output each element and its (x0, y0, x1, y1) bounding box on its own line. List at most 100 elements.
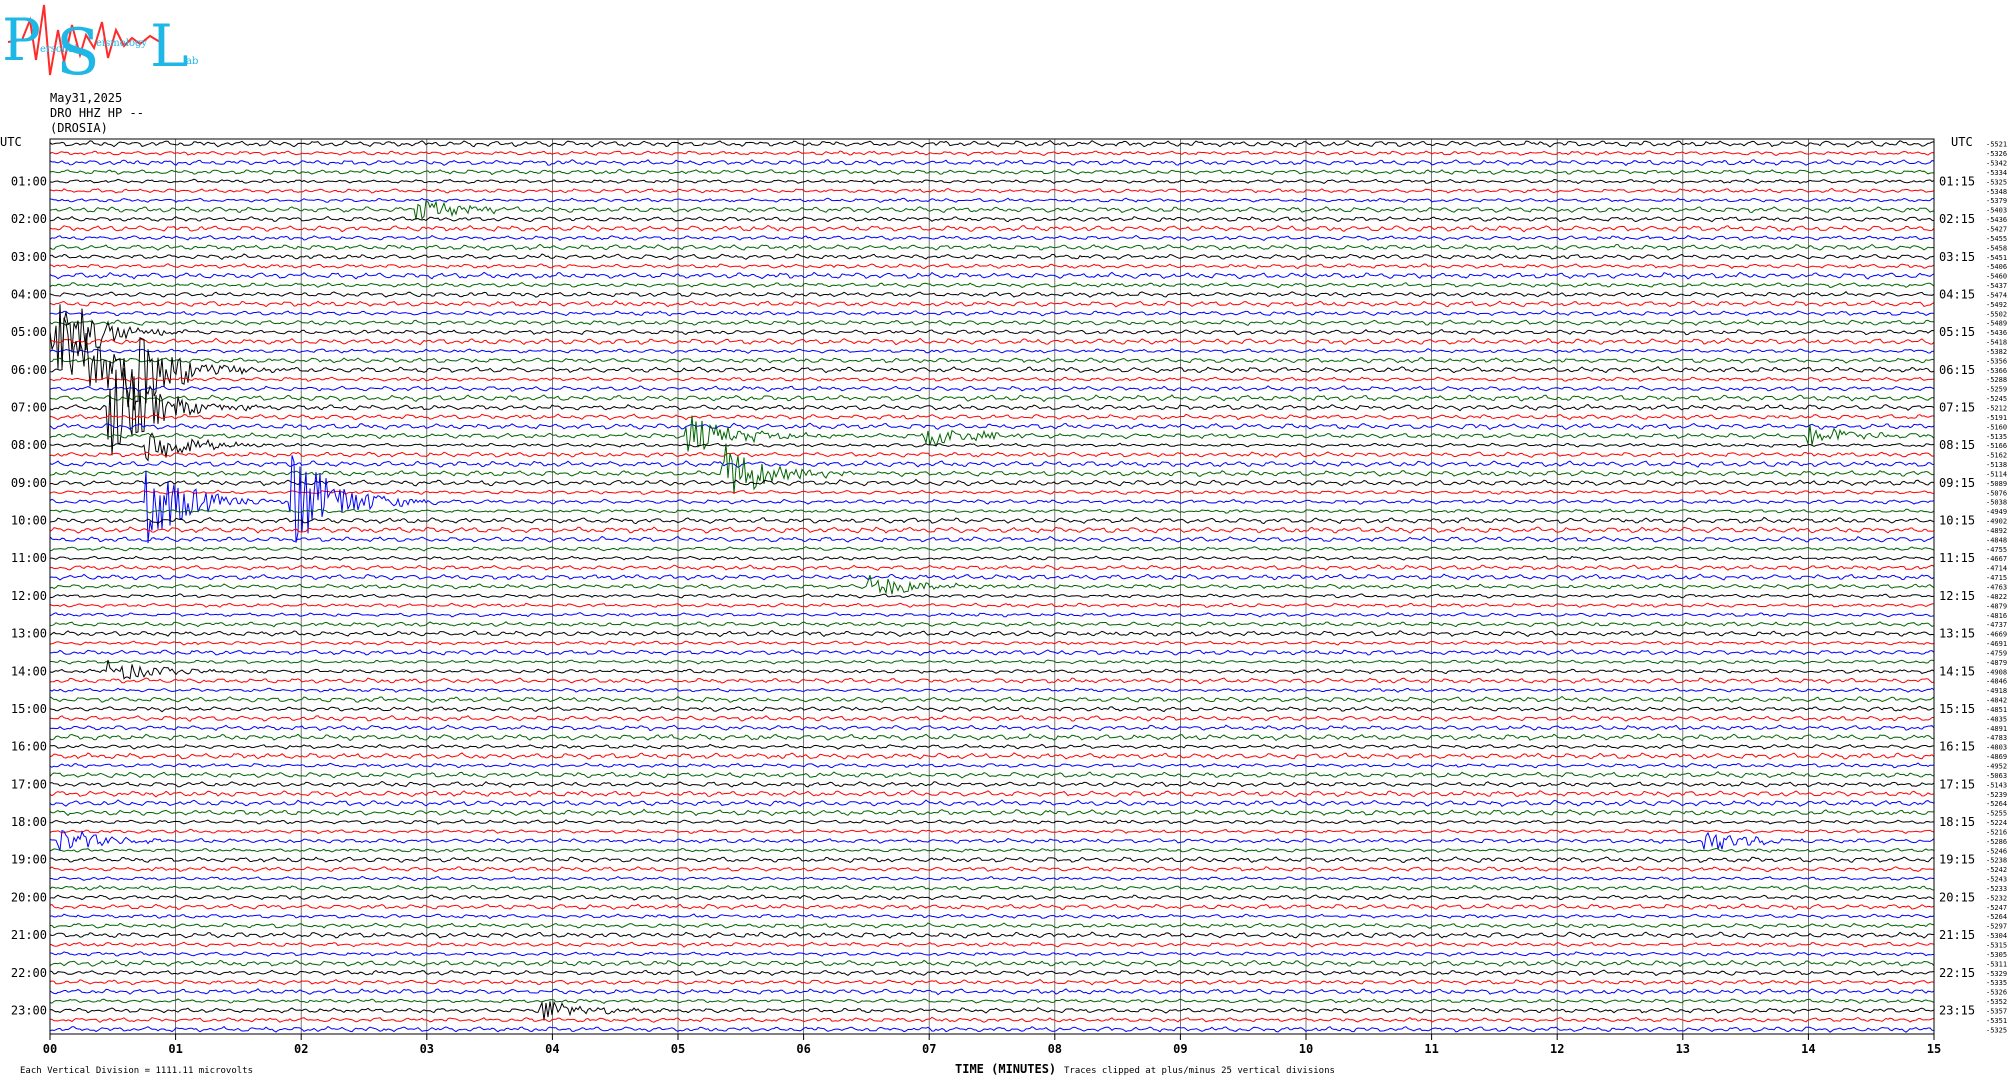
seismic-trace (49, 743, 1935, 750)
trace-offset-label: -5436 (1986, 329, 2007, 337)
trace-offset-label: -4822 (1986, 593, 2007, 601)
x-tick-label: 12 (1550, 1042, 1564, 1056)
trace-offset-label: -4879 (1986, 659, 2007, 667)
right-hour-label: 22:15 (1939, 966, 1975, 980)
right-hour-label: 07:15 (1939, 401, 1975, 415)
trace-offset-label: -5474 (1986, 291, 2007, 299)
trace-offset-label: -4892 (1986, 527, 2007, 535)
x-tick-label: 02 (294, 1042, 308, 1056)
seismic-trace (49, 1000, 1935, 1021)
trace-offset-label: -5403 (1986, 207, 2007, 215)
trace-offset-label: -4842 (1986, 697, 2007, 705)
seismic-trace (49, 762, 1934, 769)
seismic-trace (49, 808, 1935, 817)
seismic-trace (49, 931, 1935, 939)
trace-offset-label: -4848 (1986, 536, 2007, 544)
seismic-trace (49, 951, 1935, 957)
x-tick-label: 14 (1801, 1042, 1815, 1056)
scale-note: Each Vertical Division = 1111.11 microvo… (20, 1066, 253, 1076)
left-utc-ticks: 01:00 02:00 03:00 04:00 05:00 06:00 07:00 08:00… (11, 174, 47, 1017)
seismic-trace (49, 443, 1935, 495)
seismic-trace (49, 988, 1935, 996)
seismic-trace (49, 508, 1935, 514)
left-hour-label: 18:00 (11, 815, 47, 829)
seismic-trace (49, 611, 1935, 618)
right-hour-label: 15:15 (1939, 702, 1975, 716)
right-hour-label: 03:15 (1939, 250, 1975, 264)
seismic-trace (49, 677, 1935, 685)
seismic-trace (50, 875, 1935, 882)
seismic-trace (49, 394, 1935, 403)
right-hour-label: 05:15 (1939, 325, 1975, 339)
seismic-trace (49, 150, 1935, 157)
trace-offset-label: -5063 (1986, 772, 2007, 780)
x-tick-label: 15 (1927, 1042, 1941, 1056)
trace-offset-label: -5342 (1986, 160, 2007, 168)
seismic-trace (49, 705, 1935, 713)
seismic-trace (49, 139, 1935, 148)
x-axis-title: TIME (MINUTES) (955, 1062, 1056, 1076)
left-hour-label: 17:00 (11, 777, 47, 791)
left-hour-label: 13:00 (11, 627, 47, 641)
left-hour-label: 20:00 (11, 890, 47, 904)
right-hour-label: 23:15 (1939, 1003, 1975, 1017)
seismic-trace (49, 385, 1935, 392)
seismic-trace (49, 564, 1935, 572)
seismic-trace (49, 234, 1935, 241)
right-hour-label: 12:15 (1939, 589, 1975, 603)
trace-offset-label: -5247 (1986, 904, 2007, 912)
trace-offset-label: -5379 (1986, 197, 2007, 205)
trace-offset-label: -5246 (1986, 847, 2007, 855)
seismic-trace (49, 640, 1935, 646)
seismic-trace (49, 724, 1935, 732)
trace-offset-label: -4918 (1986, 687, 2007, 695)
trace-offset-label: -5255 (1986, 810, 2007, 818)
trace-offset-label: -5356 (1986, 357, 2007, 365)
left-hour-label: 09:00 (11, 476, 47, 490)
trace-offset-label: -5216 (1986, 828, 2007, 836)
seismic-trace (49, 282, 1935, 289)
trace-offset-label: -5305 (1986, 951, 2007, 959)
seismic-trace (49, 199, 1935, 220)
x-tick-label: 09 (1173, 1042, 1187, 1056)
seismic-trace (49, 998, 1935, 1004)
seismic-trace (49, 790, 1935, 798)
trace-offset-label: -4755 (1986, 546, 2007, 554)
seismic-trace (50, 922, 1935, 929)
seismic-trace (49, 714, 1935, 722)
trace-offset-label: -4908 (1986, 668, 2007, 676)
seismic-trace (49, 368, 1935, 456)
right-hour-label: 06:15 (1939, 363, 1975, 377)
right-hour-label: 10:15 (1939, 514, 1975, 528)
trace-offset-label: -5351 (1986, 1017, 2007, 1025)
x-tick-label: 07 (922, 1042, 936, 1056)
right-hour-label: 17:15 (1939, 777, 1975, 791)
right-hour-label: 04:15 (1939, 287, 1975, 301)
trace-offset-label: -4714 (1986, 565, 2007, 573)
seismic-trace (49, 376, 1935, 382)
trace-offset-label: -4763 (1986, 584, 2007, 592)
seismic-trace (49, 799, 1935, 807)
left-hour-label: 08:00 (11, 438, 47, 452)
left-hour-label: 06:00 (11, 363, 47, 377)
right-hour-label: 11:15 (1939, 551, 1975, 565)
left-hour-label: 05:00 (11, 325, 47, 339)
trace-offset-label: -5325 (1986, 178, 2007, 186)
seismic-trace (49, 659, 1935, 680)
trace-offset-label: -5162 (1986, 452, 2007, 460)
trace-offset-label: -5455 (1986, 235, 2007, 243)
seismic-trace (49, 337, 1935, 346)
seismic-trace (49, 1016, 1935, 1023)
seismic-trace (49, 830, 1935, 851)
helicorder-chart: 00 01 02 03 04 05 06 07 08 09 10 11 12 13 14 15 01:00 02… (0, 135, 2007, 1076)
trace-offset-label: -4783 (1986, 734, 2007, 742)
trace-offset-label: -4715 (1986, 574, 2007, 582)
seismic-trace (49, 978, 1935, 986)
trace-offset-label: -4891 (1986, 725, 2007, 733)
x-tick-label: 08 (1048, 1042, 1062, 1056)
trace-offset-label: -4835 (1986, 715, 2007, 723)
trace-offset-label: -4803 (1986, 744, 2007, 752)
trace-offset-label: -4667 (1986, 555, 2007, 563)
seismic-trace (49, 357, 1935, 364)
seismic-trace (49, 243, 1935, 251)
